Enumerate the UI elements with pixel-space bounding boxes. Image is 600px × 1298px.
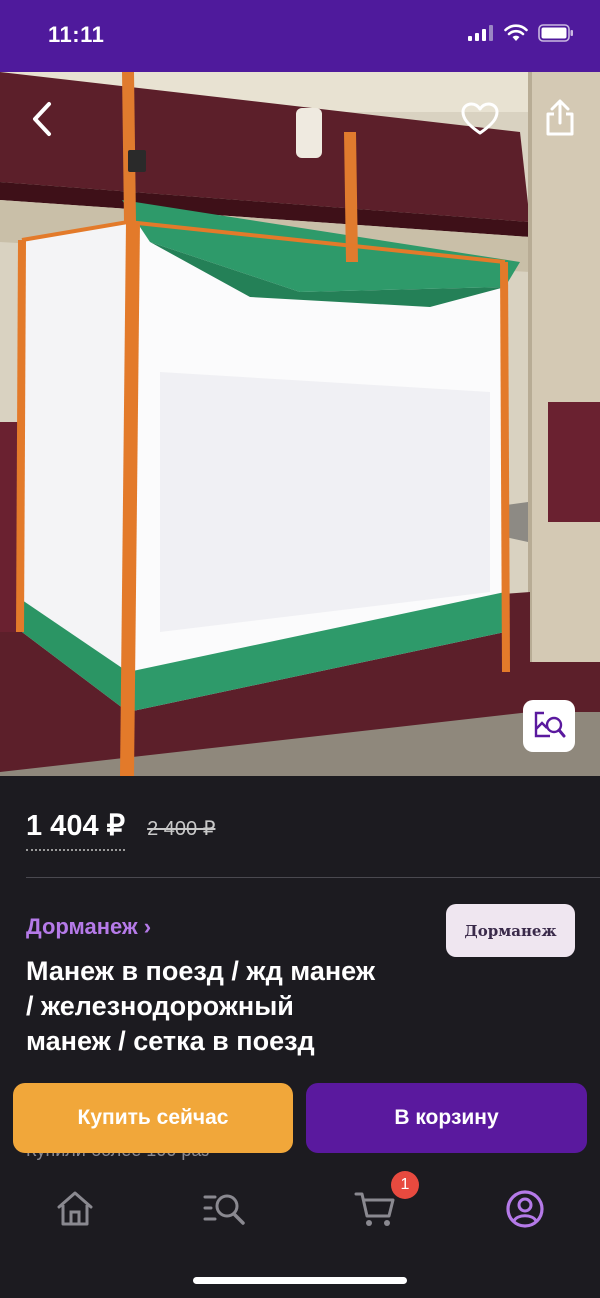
share-icon xyxy=(546,99,574,136)
tab-catalog[interactable] xyxy=(203,1187,247,1231)
cart-badge: 1 xyxy=(391,1171,419,1199)
heart-icon xyxy=(461,102,499,135)
share-button[interactable] xyxy=(540,96,580,140)
profile-icon xyxy=(506,1190,544,1228)
current-price[interactable]: 1 404 ₽ xyxy=(26,808,126,851)
favorite-button[interactable] xyxy=(458,97,502,141)
old-price: 2 400 ₽ xyxy=(147,818,216,840)
tab-home[interactable] xyxy=(53,1187,97,1231)
home-icon xyxy=(57,1191,93,1226)
status-time: 11:11 xyxy=(48,22,105,47)
tab-profile[interactable] xyxy=(503,1187,547,1231)
status-bar: 11:11 xyxy=(0,0,600,72)
price-row: 1 404 ₽ 2 400 ₽ xyxy=(26,808,215,851)
wifi-icon xyxy=(504,24,528,41)
buy-now-button[interactable]: Купить сейчас xyxy=(13,1083,293,1153)
chevron-left-icon xyxy=(33,102,51,136)
image-search-button[interactable] xyxy=(523,700,575,752)
image-search-icon xyxy=(534,711,566,738)
status-icons xyxy=(468,24,574,42)
brand-link[interactable]: Дорманеж › xyxy=(26,914,151,940)
product-image[interactable] xyxy=(0,72,600,776)
add-to-cart-button[interactable]: В корзину xyxy=(306,1083,587,1153)
product-photo xyxy=(0,72,600,776)
signal-icon xyxy=(468,25,493,41)
cart-icon xyxy=(354,1192,395,1226)
search-catalog-icon xyxy=(203,1194,245,1225)
battery-icon xyxy=(538,24,573,42)
brand-logo[interactable]: Дорманеж xyxy=(446,904,575,957)
divider xyxy=(26,877,600,878)
tab-cart[interactable] xyxy=(353,1187,397,1231)
home-indicator xyxy=(193,1277,407,1284)
back-button[interactable] xyxy=(22,97,62,141)
product-title: Манеж в поезд / жд манеж / железнодорожн… xyxy=(26,956,375,1056)
